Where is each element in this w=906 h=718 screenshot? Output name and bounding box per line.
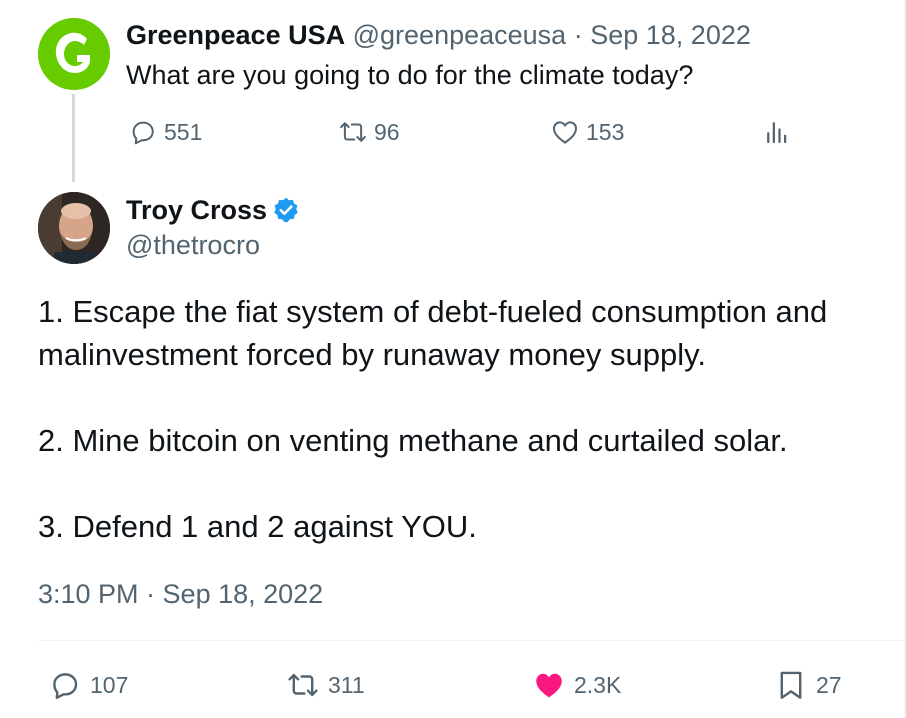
- like-icon-filled: [536, 673, 562, 698]
- thread-connector-line: [72, 94, 75, 182]
- reply-icon: [53, 673, 78, 699]
- retweet-count: 311: [328, 671, 365, 698]
- main-author-name[interactable]: Troy Cross: [126, 195, 267, 226]
- tweet-paragraph: 1. Escape the fiat system of debt-fueled…: [38, 294, 828, 372]
- bookmark-icon: [780, 671, 802, 699]
- verified-badge-icon[interactable]: [272, 196, 300, 224]
- parent-separator: ·: [573, 20, 583, 50]
- like-button[interactable]: 2.3K: [532, 665, 621, 705]
- troy-cross-avatar[interactable]: [38, 192, 110, 264]
- retweet-icon: [340, 122, 366, 142]
- parent-tweet-header: Greenpeace USA @greenpeaceusa · Sep 18, …: [126, 18, 751, 52]
- like-icon: [553, 121, 577, 144]
- tweet-paragraph: 3. Defend 1 and 2 against YOU.: [38, 509, 477, 544]
- main-author-row: Troy Cross: [126, 193, 300, 227]
- main-tweet-text: 1. Escape the fiat system of debt-fueled…: [38, 290, 898, 548]
- reply-button[interactable]: 107: [48, 665, 128, 705]
- reply-count: 107: [90, 671, 129, 698]
- retweet-button[interactable]: 311: [286, 665, 365, 705]
- bookmark-button[interactable]: 27: [774, 665, 842, 705]
- main-author-handle[interactable]: @thetrocro: [126, 228, 260, 262]
- divider: [38, 640, 904, 641]
- parent-tweet-text: What are you going to do for the climate…: [126, 60, 694, 90]
- parent-author-handle[interactable]: @greenpeaceusa: [353, 20, 567, 50]
- parent-retweet-button[interactable]: 96: [338, 114, 400, 150]
- bookmark-count: 27: [816, 671, 842, 698]
- reply-icon: [132, 121, 154, 145]
- tweet-paragraph: 2. Mine bitcoin on venting methane and c…: [38, 423, 788, 458]
- greenpeace-logo-icon: [38, 18, 110, 90]
- retweet-icon: [288, 673, 318, 697]
- parent-like-count: 153: [586, 118, 625, 145]
- like-count: 2.3K: [574, 671, 622, 698]
- parent-retweet-count: 96: [374, 118, 400, 145]
- views-icon: [767, 122, 787, 144]
- parent-like-button[interactable]: 153: [550, 114, 624, 150]
- tweet-timestamp[interactable]: 3:10 PM · Sep 18, 2022: [38, 577, 323, 611]
- parent-reply-button[interactable]: 551: [128, 114, 202, 150]
- parent-reply-count: 551: [164, 118, 203, 145]
- parent-date[interactable]: Sep 18, 2022: [590, 20, 751, 50]
- greenpeace-avatar[interactable]: [38, 18, 110, 90]
- parent-author-name[interactable]: Greenpeace USA: [126, 20, 345, 50]
- parent-views-button[interactable]: [762, 114, 798, 150]
- profile-photo-image: [38, 192, 110, 264]
